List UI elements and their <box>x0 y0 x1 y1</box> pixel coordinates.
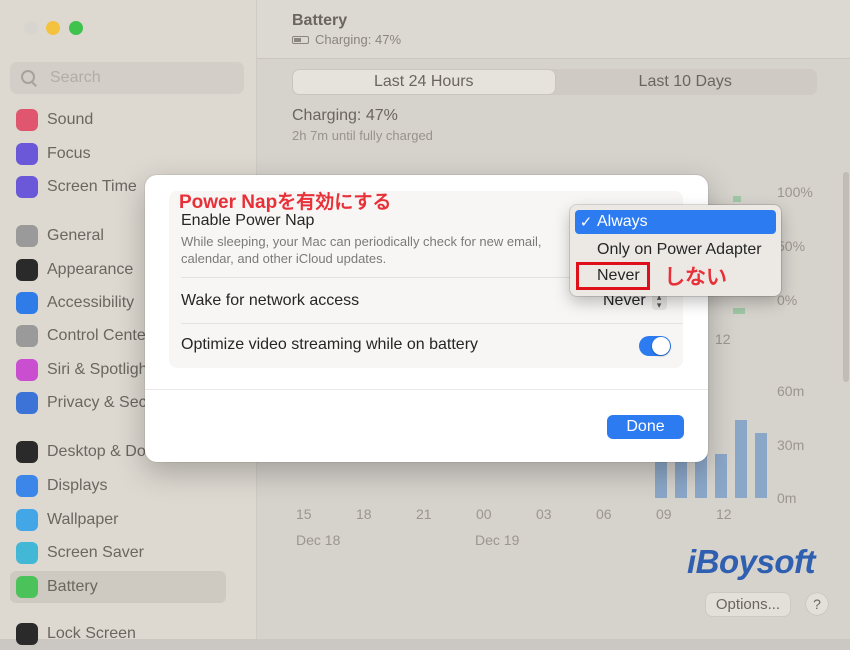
siri-icon <box>16 359 38 381</box>
sidebar-item-sound[interactable]: Sound <box>10 104 226 136</box>
minimize-window-button[interactable] <box>46 21 60 35</box>
x-tick-label: 15 <box>296 506 312 522</box>
charge-time-remaining: 2h 7m until fully charged <box>292 128 433 143</box>
lock-icon <box>16 623 38 645</box>
moon-icon <box>16 143 38 165</box>
sidebar-item-screen-saver[interactable]: Screen Saver <box>10 537 226 569</box>
control-center-icon <box>16 325 38 347</box>
menu-item-label: Always <box>597 213 648 230</box>
gear-icon <box>16 225 38 247</box>
sidebar-item-label: Control Cente <box>47 327 146 344</box>
dock-icon <box>16 441 38 463</box>
level-bar <box>733 308 745 314</box>
power-nap-annotation: Power Napを有効にする <box>179 192 392 213</box>
usage-bar <box>755 432 767 498</box>
x-tick-label: 18 <box>356 506 372 522</box>
sidebar-item-label: Wallpaper <box>47 511 119 528</box>
sidebar-item-label: General <box>47 227 104 244</box>
sidebar-item-label: Battery <box>47 578 98 595</box>
time-range-segmented-control: Last 24 Hours Last 10 Days <box>292 69 817 95</box>
sidebar-item-focus[interactable]: Focus <box>10 138 226 170</box>
screensaver-icon <box>16 542 38 564</box>
sun-icon <box>16 475 38 497</box>
wake-network-title: Wake for network access <box>181 292 360 309</box>
sidebar-item-label: Screen Time <box>47 178 137 195</box>
never-annotation: しない <box>664 266 727 289</box>
search-input[interactable] <box>48 68 242 88</box>
zoom-window-button[interactable] <box>69 21 83 35</box>
sidebar-item-label: Accessibility <box>47 294 135 311</box>
row-divider <box>181 323 683 324</box>
done-button[interactable]: Done <box>607 415 684 439</box>
close-window-button[interactable] <box>24 21 38 35</box>
x-tick-label: 09 <box>656 506 672 522</box>
x-tick-label: 21 <box>416 506 432 522</box>
hourglass-icon <box>16 176 38 198</box>
optimize-video-toggle[interactable] <box>639 336 671 356</box>
sidebar-item-label: Displays <box>47 477 108 494</box>
level-bar <box>733 196 741 202</box>
menu-item-only-on-power-adapter[interactable]: Only on Power Adapter <box>575 238 776 262</box>
pane-subtitle: Charging: 47% <box>292 32 401 47</box>
battery-small-icon <box>292 35 309 44</box>
sidebar-item-label: Desktop & Do <box>47 443 146 460</box>
iboysoft-watermark: iBoysoft <box>687 543 816 580</box>
speaker-icon <box>16 109 38 131</box>
sidebar-item-label: Privacy & Sec <box>47 394 147 411</box>
sidebar-item-label: Siri & Spotligh <box>47 361 148 378</box>
hand-icon <box>16 392 38 414</box>
sidebar-item-label: Sound <box>47 111 94 128</box>
pane-header: Battery Charging: 47% <box>257 0 850 59</box>
dialog-divider <box>145 389 708 390</box>
level-axis-tick-50: 50% <box>777 238 806 254</box>
page-title: Battery <box>292 12 348 29</box>
sidebar-item-label: Focus <box>47 145 91 162</box>
search-icon <box>20 69 38 87</box>
sidebar-item-lock-screen[interactable]: Lock Screen <box>10 618 226 650</box>
x-tick-label: 00 <box>476 506 492 522</box>
never-highlight-box <box>576 262 650 290</box>
pane-scrollbar[interactable] <box>843 172 849 382</box>
system-settings-window: Sound Focus Screen Time General Appearance Ac… <box>0 0 850 645</box>
x-tick-label: 06 <box>596 506 612 522</box>
optimize-video-title: Optimize video streaming while on batter… <box>181 336 479 353</box>
power-nap-description: While sleeping, your Mac can periodicall… <box>181 234 542 266</box>
search-field[interactable] <box>10 62 244 94</box>
power-nap-title: Enable Power Nap <box>181 212 315 229</box>
level-axis-x-tick: 12 <box>715 331 731 347</box>
usage-bar <box>715 453 727 498</box>
sidebar-item-wallpaper[interactable]: Wallpaper <box>10 504 226 536</box>
charge-status-title: Charging: 47% <box>292 107 398 124</box>
menu-item-label: Only on Power Adapter <box>597 241 762 258</box>
tab-last-24-hours[interactable]: Last 24 Hours <box>293 70 555 94</box>
level-axis-tick-100: 100% <box>777 184 813 200</box>
sidebar-item-label: Screen Saver <box>47 544 144 561</box>
usage-axis-tick-60m: 60m <box>777 383 805 399</box>
usage-axis-tick-30m: 30m <box>777 437 805 453</box>
sidebar-item-displays[interactable]: Displays <box>10 470 226 502</box>
x-tick-label: 03 <box>536 506 552 522</box>
appearance-icon <box>16 259 38 281</box>
sidebar-item-label: Appearance <box>47 261 134 278</box>
menu-item-always[interactable]: ✓ Always <box>575 210 776 234</box>
date-label-dec-18: Dec 18 <box>296 532 341 548</box>
accessibility-icon <box>16 292 38 314</box>
level-axis-tick-0: 0% <box>777 292 798 308</box>
date-label-dec-19: Dec 19 <box>475 532 520 548</box>
x-tick-label: 12 <box>716 506 732 522</box>
usage-axis-tick-0m: 0m <box>777 490 797 506</box>
sidebar-item-label: Lock Screen <box>47 625 136 642</box>
usage-bar <box>735 420 747 498</box>
options-button[interactable]: Options... <box>706 593 790 616</box>
battery-icon <box>16 576 38 598</box>
sidebar-item-battery[interactable]: Battery <box>10 571 226 603</box>
help-button[interactable]: ? <box>806 593 828 615</box>
checkmark-icon: ✓ <box>579 214 593 231</box>
charging-status: Charging: 47% <box>315 32 401 47</box>
wallpaper-icon <box>16 509 38 531</box>
tab-last-10-days[interactable]: Last 10 Days <box>555 70 817 94</box>
